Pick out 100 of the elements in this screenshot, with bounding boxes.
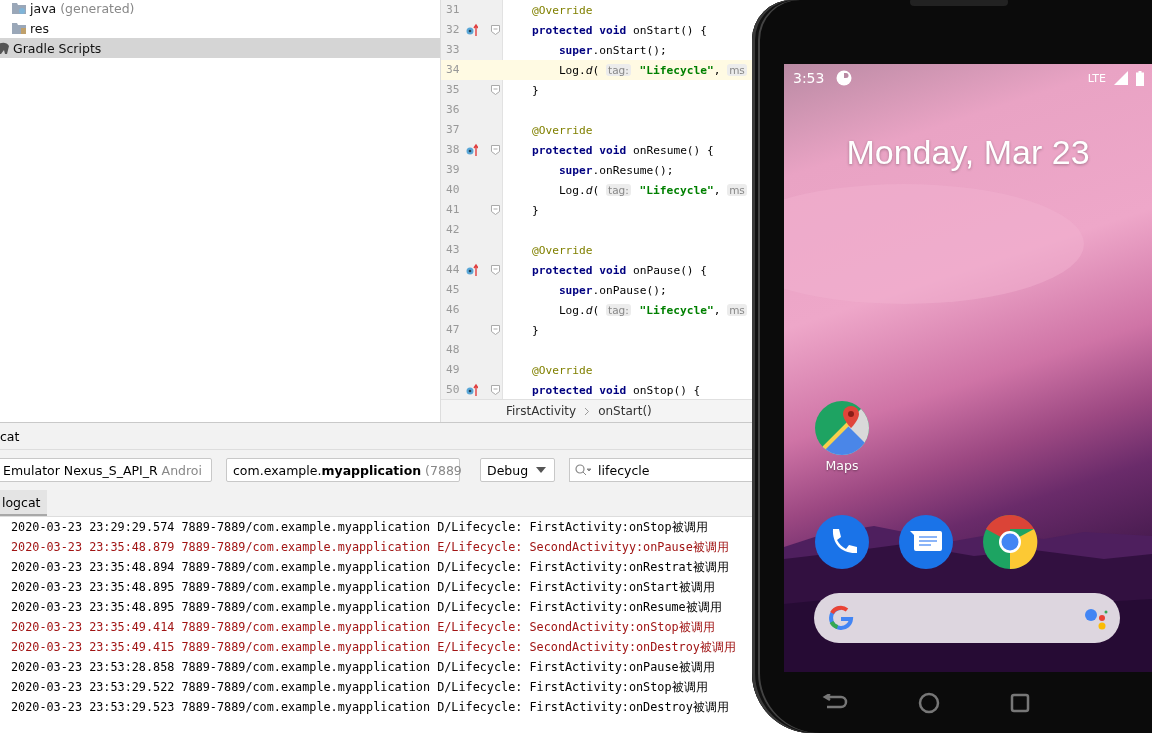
line-number: 49: [445, 362, 461, 378]
code-text: (: [592, 303, 601, 317]
home-icon[interactable]: [918, 691, 940, 714]
line-number: 50: [445, 382, 461, 398]
code-annotation: @Override: [530, 363, 593, 377]
log-line: 2020-03-23 23:35:48.894 7889-7889/com.example.myapplication D/Lifecycle: FirstActivity:onRestrat被调用: [11, 559, 730, 576]
code-keyword: super: [557, 283, 593, 297]
parameter-hint: ms: [727, 63, 747, 76]
code-text: (: [592, 183, 601, 197]
panel-title: cat: [0, 428, 20, 444]
code-text: onStop() {: [632, 383, 701, 397]
code-text: (: [592, 63, 601, 77]
recents-icon[interactable]: [1010, 692, 1030, 713]
parameter-hint: ms: [727, 183, 747, 196]
line-number: 36: [445, 102, 461, 118]
code-keyword: protected void: [530, 143, 627, 157]
signal-icon: [1114, 71, 1128, 85]
phone-icon[interactable]: [814, 514, 870, 570]
app-label: Maps: [825, 458, 859, 473]
override-icon[interactable]: [466, 383, 478, 397]
code-text: ,: [713, 63, 722, 77]
line-number: 45: [445, 282, 461, 298]
device-dropdown[interactable]: Emulator Nexus_S_API_R Androi: [0, 458, 212, 482]
code-string: "Lifecycle": [638, 303, 714, 317]
network-label: LTE: [1087, 71, 1106, 85]
override-icon[interactable]: [466, 263, 478, 277]
line-number: 35: [445, 82, 461, 98]
code-keyword: protected void: [530, 23, 627, 37]
logcat-tab[interactable]: logcat: [0, 490, 47, 516]
line-number: 37: [445, 122, 461, 138]
code-text: ,: [713, 303, 722, 317]
tree-item[interactable]: res: [0, 18, 440, 38]
line-number: 38: [445, 142, 461, 158]
line-number: 43: [445, 242, 461, 258]
code-method: d: [585, 63, 593, 77]
log-line: 2020-03-23 23:35:49.415 7889-7889/com.example.myapplication E/Lifecycle: SecondActivity:onDestroy被调用: [11, 639, 737, 656]
code-method: d: [585, 183, 593, 197]
search-bar[interactable]: [814, 593, 1120, 643]
message-icon[interactable]: [898, 514, 954, 570]
log-line: 2020-03-23 23:35:49.414 7889-7889/com.example.myapplication E/Lifecycle: SecondActivity:onStop被调用: [11, 619, 716, 636]
line-number: 40: [445, 182, 461, 198]
line-number: 33: [445, 42, 461, 58]
browser-icon[interactable]: [982, 514, 1038, 570]
code-annotation: @Override: [530, 243, 593, 257]
folder-icon: [11, 1, 27, 15]
log-line: 2020-03-23 23:35:48.895 7889-7889/com.example.myapplication D/Lifecycle: FirstActivity:onStart被调用: [11, 579, 716, 596]
notification-icon: [836, 70, 853, 86]
log-line: 2020-03-23 23:35:48.879 7889-7889/com.example.myapplication E/Lifecycle: SecondActivityy:onPause被调用: [11, 539, 730, 556]
status-time: 3:53: [793, 70, 825, 86]
chevron-icon: [584, 406, 591, 416]
parameter-hint: tag:: [606, 303, 631, 316]
log-line: 2020-03-23 23:35:48.895 7889-7889/com.example.myapplication D/Lifecycle: FirstActivity:onResume被调用: [11, 599, 723, 616]
code-text: .onStart();: [592, 43, 667, 57]
search-field[interactable]: lifecycle: [569, 458, 752, 482]
code-text: }: [530, 83, 539, 97]
parameter-hint: tag:: [606, 63, 631, 76]
caret-icon: [536, 467, 547, 473]
tree-item[interactable]: java (generated): [0, 0, 440, 18]
code-keyword: super: [557, 43, 593, 57]
line-number: 39: [445, 162, 461, 178]
process-dropdown[interactable]: com.example.myapplication (7889: [226, 458, 460, 482]
code-text: Log.: [557, 303, 586, 317]
line-number: 41: [445, 202, 461, 218]
code-string: "Lifecycle": [638, 63, 714, 77]
parameter-hint: tag:: [606, 183, 631, 196]
assistant-icon[interactable]: [1084, 606, 1108, 630]
line-number: 42: [445, 222, 461, 238]
log-line: 2020-03-23 23:53:29.522 7889-7889/com.example.myapplication D/Lifecycle: FirstActivity:onStop被调用: [11, 679, 709, 696]
code-text: onPause() {: [632, 263, 708, 277]
line-number: 48: [445, 342, 461, 358]
breadcrumb-item[interactable]: onStart(): [598, 404, 652, 418]
code-annotation: @Override: [530, 123, 593, 137]
code-keyword: super: [557, 163, 593, 177]
parameter-hint: ms: [727, 303, 747, 316]
code-text: .onResume();: [592, 163, 674, 177]
line-number: 46: [445, 302, 461, 318]
line-number: 32: [445, 22, 461, 38]
log-level-dropdown[interactable]: Debug: [480, 458, 556, 482]
override-icon[interactable]: [466, 23, 478, 37]
battery-icon: [1136, 70, 1144, 86]
code-method: d: [585, 303, 593, 317]
code-text: ,: [713, 183, 722, 197]
code-text: Log.: [557, 183, 586, 197]
breadcrumb-item[interactable]: FirstActivity: [506, 404, 577, 418]
tree-item[interactable]: Gradle Scripts: [0, 38, 440, 58]
override-icon[interactable]: [466, 143, 478, 157]
code-text: }: [530, 323, 539, 337]
log-line: 2020-03-23 23:29:29.574 7889-7889/com.example.myapplication D/Lifecycle: FirstActivity:onStop被调用: [11, 519, 709, 536]
line-number: 34: [445, 62, 461, 78]
code-text: Log.: [557, 63, 586, 77]
g-logo-icon: [828, 605, 854, 631]
code-keyword: protected void: [530, 263, 627, 277]
line-number: 31: [445, 2, 461, 18]
line-number: 47: [445, 322, 461, 338]
code-text: .onPause();: [592, 283, 667, 297]
log-line: 2020-03-23 23:53:29.523 7889-7889/com.example.myapplication D/Lifecycle: FirstActivity:onDestroy被调用: [11, 699, 730, 716]
folder-icon: [11, 21, 27, 35]
code-keyword: protected void: [530, 383, 627, 397]
code-text: onResume() {: [632, 143, 714, 157]
line-number: 44: [445, 262, 461, 278]
